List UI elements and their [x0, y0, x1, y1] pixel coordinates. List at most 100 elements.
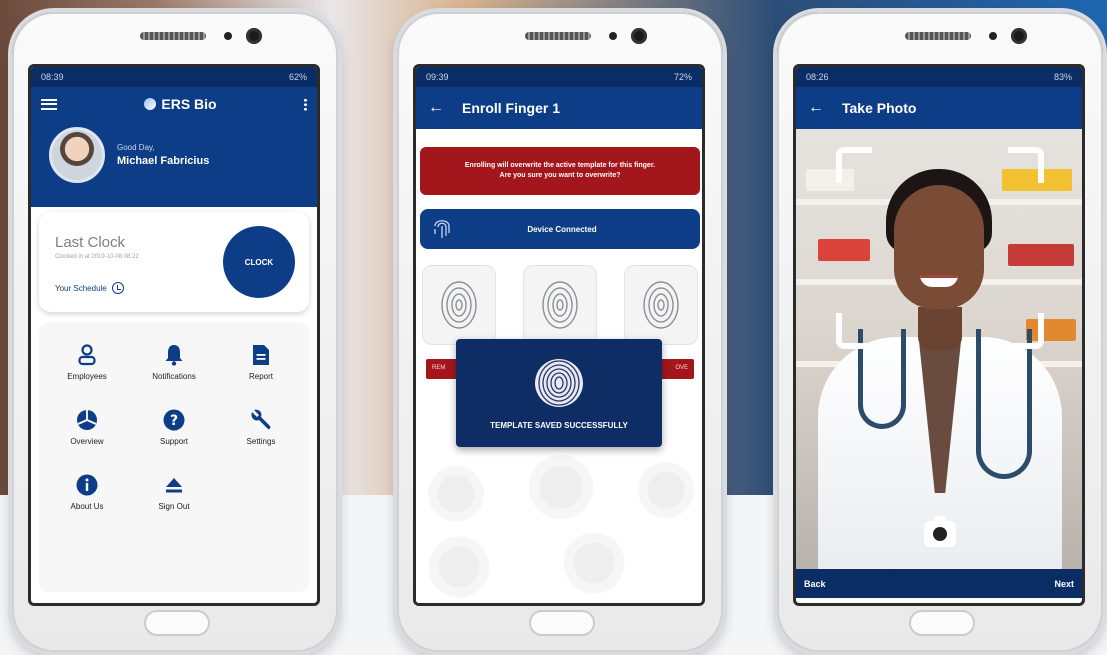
frame-corner-bottom-left — [836, 313, 872, 349]
fingerprint-icon — [434, 220, 450, 238]
photo-screen: 08:26 83% ← Take Photo Back Next — [793, 64, 1085, 606]
app-bar: ← Take Photo — [796, 87, 1082, 129]
menu-item-support[interactable]: ? Support — [134, 407, 214, 446]
phone-take-photo: 08:26 83% ← Take Photo Back Next — [777, 12, 1103, 652]
frame-corner-bottom-right — [1008, 313, 1044, 349]
home-button[interactable] — [909, 610, 975, 636]
earpiece — [525, 32, 591, 40]
fingerprint-slot-2[interactable] — [523, 265, 597, 345]
back-button[interactable]: Back — [804, 579, 826, 589]
back-arrow-icon[interactable]: ← — [428, 99, 444, 117]
proximity-sensor — [989, 32, 997, 40]
last-clock-title: Last Clock — [55, 234, 126, 251]
menu-item-settings[interactable]: Settings — [221, 407, 301, 446]
document-icon — [221, 342, 301, 368]
fingerprint-watermark — [636, 455, 696, 525]
fingerprint-watermark — [526, 447, 596, 527]
stethoscope — [976, 329, 1032, 479]
warning-line-1: Enrolling will overwrite the active temp… — [464, 162, 656, 170]
menu-label: Overview — [70, 437, 104, 446]
fingerprint-slot-1[interactable] — [422, 265, 496, 345]
menu-icon[interactable] — [41, 98, 57, 110]
product-box — [1008, 244, 1074, 266]
page-title: Take Photo — [842, 100, 917, 116]
front-camera — [1011, 28, 1027, 44]
phone-home: 08:39 62% ERS Bio Good Day, Michael Fabr… — [12, 12, 338, 652]
menu-item-notifications[interactable]: Notifications — [134, 342, 214, 381]
home-button[interactable] — [144, 610, 210, 636]
front-camera — [631, 28, 647, 44]
last-clock-card: Last Clock Clocked in at 2019-10-08 08:2… — [39, 212, 309, 312]
fingerprint-watermark — [426, 529, 492, 603]
status-time: 08:26 — [806, 72, 829, 82]
fingerprint-slot-3[interactable] — [624, 265, 698, 345]
front-camera — [246, 28, 262, 44]
fingerprint-scan-icon — [535, 359, 583, 407]
avatar[interactable] — [49, 127, 105, 183]
home-screen: 08:39 62% ERS Bio Good Day, Michael Fabr… — [28, 64, 320, 606]
toast-message: TEMPLATE SAVED SUCCESSFULLY — [490, 421, 628, 430]
fingerprint-watermark — [561, 525, 627, 601]
menu-item-about-us[interactable]: About Us — [47, 472, 127, 511]
fingerprint-icon — [542, 281, 578, 329]
clock-button[interactable]: CLOCK — [223, 226, 295, 298]
home-header: ERS Bio Good Day, Michael Fabricius — [31, 87, 317, 207]
menu-item-overview[interactable]: Overview — [47, 407, 127, 446]
next-button[interactable]: Next — [1054, 579, 1074, 589]
page-title: Enroll Finger 1 — [462, 100, 561, 116]
help-icon: ? — [134, 407, 214, 433]
status-bar: 08:26 83% — [796, 67, 1082, 87]
menu-label: Report — [248, 372, 273, 381]
menu-label: Support — [159, 437, 189, 446]
schedule-link[interactable]: Your Schedule — [55, 282, 124, 294]
clock-icon — [111, 282, 124, 294]
photo-footer: Back Next — [796, 569, 1082, 598]
device-status-text: Device Connected — [527, 224, 597, 234]
logo-icon — [144, 98, 157, 110]
menu-label: Sign Out — [158, 502, 190, 511]
fingerprint-icon — [643, 281, 679, 329]
menu-label: Settings — [246, 437, 276, 446]
svg-text:?: ? — [170, 413, 178, 429]
pie-chart-icon — [47, 407, 127, 433]
status-battery: 62% — [288, 72, 307, 82]
menu-item-report[interactable]: Report — [221, 342, 301, 381]
user-profile: Good Day, Michael Fabricius — [31, 121, 317, 189]
camera-shutter-icon[interactable] — [924, 516, 956, 547]
greeting-text: Good Day, — [117, 143, 155, 152]
remove-label-right: OVE — [675, 365, 688, 371]
person-icon — [47, 342, 127, 368]
enroll-body: Enrolling will overwrite the active temp… — [416, 129, 702, 603]
more-options-icon[interactable] — [303, 97, 307, 111]
menu-label: Notifications — [152, 372, 196, 381]
menu-item-sign-out[interactable]: Sign Out — [134, 472, 214, 511]
status-time: 09:39 — [426, 72, 449, 82]
app-bar: ERS Bio — [31, 87, 317, 121]
proximity-sensor — [224, 32, 232, 40]
user-name: Michael Fabricius — [117, 155, 210, 167]
camera-preview — [796, 129, 1082, 569]
phone-enroll: 09:39 72% ← Enroll Finger 1 Enrolling wi… — [397, 12, 723, 652]
status-time: 08:39 — [41, 72, 64, 82]
success-toast: TEMPLATE SAVED SUCCESSFULLY — [456, 339, 662, 447]
frame-corner-top-right — [1008, 147, 1044, 183]
earpiece — [140, 32, 206, 40]
brand-logo: ERS Bio — [144, 96, 217, 112]
menu-item-employees[interactable]: Employees — [47, 342, 127, 381]
proximity-sensor — [609, 32, 617, 40]
status-bar: 09:39 72% — [416, 67, 702, 87]
earpiece — [905, 32, 971, 40]
menu-label: About Us — [70, 502, 104, 511]
fingerprint-icon — [441, 281, 477, 329]
info-icon — [47, 472, 127, 498]
status-bar: 08:39 62% — [31, 67, 317, 87]
home-button[interactable] — [529, 610, 595, 636]
menu-grid: Employees Notifications Report Overview — [39, 322, 309, 592]
menu-label: Employees — [67, 372, 107, 381]
eject-icon — [134, 472, 214, 498]
remove-label-left: REM — [432, 365, 446, 371]
schedule-label: Your Schedule — [55, 283, 107, 293]
back-arrow-icon[interactable]: ← — [808, 99, 824, 117]
fingerprint-watermark — [426, 459, 486, 529]
person-smile — [920, 275, 958, 287]
